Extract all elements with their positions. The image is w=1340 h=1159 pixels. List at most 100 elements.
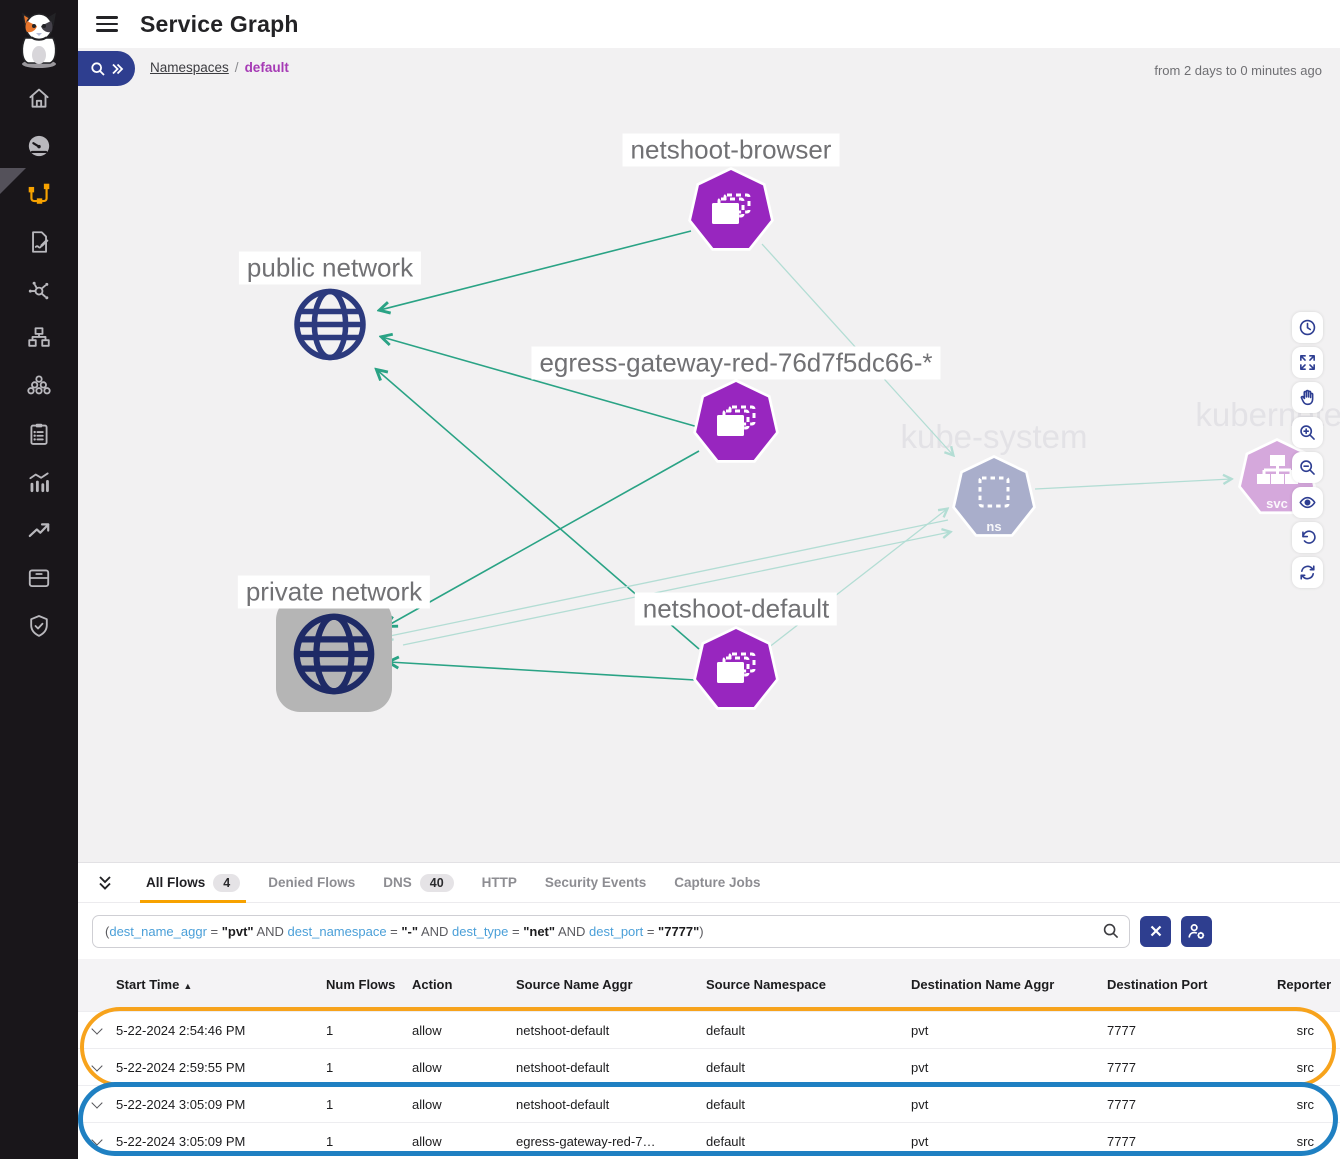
- activity-icon: [26, 517, 52, 543]
- breadcrumb-row: Namespaces/default from 2 days to 0 minu…: [78, 51, 1340, 87]
- graph-label-private-network: private network: [238, 576, 430, 609]
- sidebar-item-statistics[interactable]: [0, 458, 78, 506]
- refresh-button[interactable]: [1292, 557, 1323, 588]
- tab-dns[interactable]: DNS40: [369, 863, 467, 903]
- tab-capture-jobs[interactable]: Capture Jobs: [660, 863, 774, 903]
- time-range-icon: [1298, 318, 1317, 337]
- graph-label-netshoot-default: netshoot-default: [635, 593, 837, 626]
- column-header-num-flows[interactable]: Num Flows: [326, 977, 412, 993]
- flow-cell: 7777: [1107, 1023, 1277, 1038]
- zoom-out-button[interactable]: [1292, 452, 1323, 483]
- column-header-start-time[interactable]: Start Time▲: [116, 977, 326, 993]
- query-value: "7777": [658, 924, 699, 939]
- flows-table-body: 5-22-2024 2:54:46 PM1allownetshoot-defau…: [78, 1011, 1340, 1159]
- flow-row[interactable]: 5-22-2024 3:05:09 PM1allowegress-gateway…: [78, 1122, 1340, 1159]
- expand-row-icon[interactable]: [92, 1099, 102, 1109]
- fit-to-screen-button[interactable]: [1292, 347, 1323, 378]
- graph-search-button[interactable]: [78, 51, 135, 86]
- tab-all-flows[interactable]: All Flows4: [132, 863, 254, 903]
- sidebar-item-compliance[interactable]: [0, 410, 78, 458]
- flow-row[interactable]: 5-22-2024 3:05:09 PM1allownetshoot-defau…: [78, 1085, 1340, 1122]
- sidebar-item-storage[interactable]: [0, 554, 78, 602]
- graph-node-netshoot-default[interactable]: [692, 626, 780, 714]
- graph-node-kube-system[interactable]: ns: [951, 455, 1037, 541]
- flow-cell: 5-22-2024 2:54:46 PM: [116, 1023, 326, 1038]
- column-header-destination-name-aggr[interactable]: Destination Name Aggr: [911, 977, 1107, 993]
- tab-denied-flows[interactable]: Denied Flows: [254, 863, 369, 903]
- flow-row[interactable]: 5-22-2024 2:54:46 PM1allownetshoot-defau…: [78, 1011, 1340, 1048]
- flow-cell: default: [706, 1023, 911, 1038]
- zoom-in-button[interactable]: [1292, 417, 1323, 448]
- sidebar-item-activity[interactable]: [0, 506, 78, 554]
- sidebar-item-endpoints[interactable]: [0, 314, 78, 362]
- graph-node-public-network[interactable]: [291, 286, 369, 369]
- query-value: "-": [401, 924, 418, 939]
- flow-cell: 5-22-2024 3:05:09 PM: [116, 1097, 326, 1112]
- flow-cell: 7777: [1107, 1097, 1277, 1112]
- close-icon: [1149, 924, 1163, 938]
- flow-cell: 1: [326, 1097, 412, 1112]
- tab-label: All Flows: [146, 875, 205, 890]
- flow-cell: 5-22-2024 2:59:55 PM: [116, 1060, 326, 1075]
- dashboard-icon: [26, 133, 52, 159]
- tab-security-events[interactable]: Security Events: [531, 863, 660, 903]
- query-punct: ): [699, 924, 703, 939]
- breadcrumb-separator: /: [235, 60, 239, 75]
- sidebar-item-dashboard[interactable]: [0, 122, 78, 170]
- service-graph-canvas[interactable]: netshoot-browserpublic network egress-ga…: [78, 48, 1340, 862]
- main-area: Service Graph netshoot-browserpublic net…: [78, 0, 1340, 1159]
- fit-to-screen-icon: [1298, 353, 1317, 372]
- sidebar-item-flow-visualizations[interactable]: [0, 266, 78, 314]
- graph-label-public-network: public network: [239, 252, 421, 285]
- undo-icon: [1298, 528, 1317, 547]
- tab-badge: 40: [420, 874, 454, 892]
- search-icon: [90, 61, 106, 77]
- query-field: dest_name_aggr: [109, 924, 207, 939]
- sidebar-item-clusters[interactable]: [0, 362, 78, 410]
- tab-label: Capture Jobs: [674, 875, 760, 890]
- flow-row[interactable]: 5-22-2024 2:59:55 PM1allownetshoot-defau…: [78, 1048, 1340, 1085]
- zoom-in-icon: [1298, 423, 1317, 442]
- sidebar-item-policies[interactable]: [0, 218, 78, 266]
- endpoints-icon: [26, 325, 52, 351]
- flow-filter-input[interactable]: (dest_name_aggr = "pvt" AND dest_namespa…: [92, 915, 1130, 948]
- menu-toggle-icon[interactable]: [96, 16, 118, 32]
- collapse-panel-icon[interactable]: [96, 874, 114, 892]
- compliance-icon: [26, 421, 52, 447]
- flow-cell: egress-gateway-red-7…: [516, 1134, 706, 1149]
- column-header-source-name-aggr[interactable]: Source Name Aggr: [516, 977, 706, 993]
- clear-filter-button[interactable]: [1140, 916, 1171, 947]
- graph-node-egress-gateway[interactable]: [692, 379, 780, 467]
- page-title: Service Graph: [140, 11, 299, 38]
- visibility-button[interactable]: [1292, 487, 1323, 518]
- column-header-action[interactable]: Action: [412, 977, 516, 993]
- flow-cell: pvt: [911, 1134, 1107, 1149]
- storage-icon: [26, 565, 52, 591]
- tab-http[interactable]: HTTP: [468, 863, 531, 903]
- filter-row: (dest_name_aggr = "pvt" AND dest_namespa…: [78, 903, 1340, 959]
- sidebar-item-home[interactable]: [0, 74, 78, 122]
- expand-row-icon[interactable]: [92, 1025, 102, 1035]
- query-op: =: [207, 924, 222, 939]
- filter-search-icon[interactable]: [1102, 922, 1120, 943]
- column-header-source-namespace[interactable]: Source Namespace: [706, 977, 911, 993]
- graph-node-private-network[interactable]: [276, 596, 392, 712]
- column-header-destination-port[interactable]: Destination Port: [1107, 977, 1277, 993]
- breadcrumb-namespaces-link[interactable]: Namespaces: [150, 60, 229, 75]
- sidebar-item-security[interactable]: [0, 602, 78, 650]
- query-keyword: AND: [418, 924, 452, 939]
- expand-row-icon[interactable]: [92, 1136, 102, 1146]
- tab-label: Security Events: [545, 875, 646, 890]
- tab-label: Denied Flows: [268, 875, 355, 890]
- pan-button[interactable]: [1292, 382, 1323, 413]
- user-settings-button[interactable]: [1181, 916, 1212, 947]
- column-header-reporter[interactable]: Reporter: [1277, 977, 1340, 993]
- undo-button[interactable]: [1292, 522, 1323, 553]
- flows-tabs: All Flows4 Denied Flows DNS40HTTP Security …: [78, 863, 1340, 903]
- clusters-icon: [26, 373, 52, 399]
- query-op: =: [643, 924, 658, 939]
- flow-cell: pvt: [911, 1097, 1107, 1112]
- time-range-button[interactable]: [1292, 312, 1323, 343]
- expand-row-icon[interactable]: [92, 1062, 102, 1072]
- graph-node-netshoot-browser[interactable]: [687, 167, 775, 255]
